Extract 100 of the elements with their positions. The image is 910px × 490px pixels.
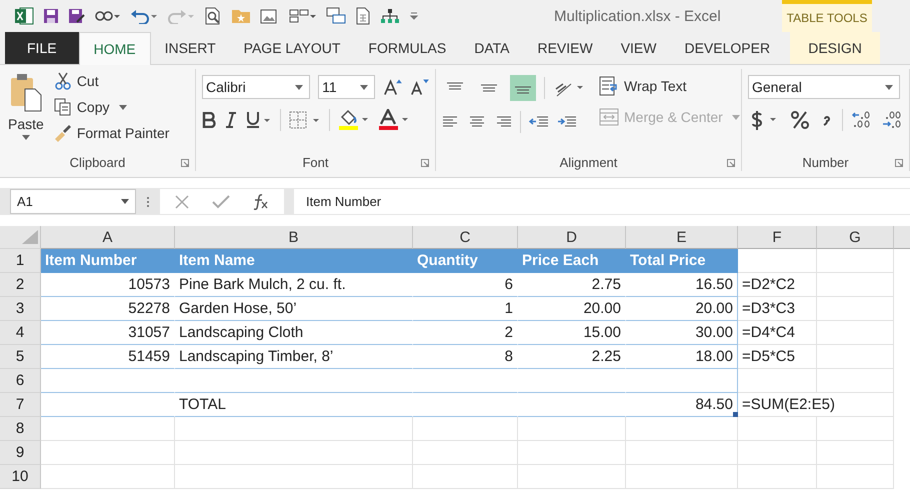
hierarchy-icon[interactable] <box>380 8 400 24</box>
column-header[interactable]: G <box>817 226 894 249</box>
save-edit-icon[interactable] <box>68 8 86 24</box>
font-size-dropdown[interactable]: 11 <box>318 75 376 99</box>
caret-icon <box>360 84 368 90</box>
dialog-launcher-icon[interactable] <box>181 159 189 167</box>
table-cell: 10573 <box>41 273 175 297</box>
cut-button[interactable]: Cut <box>52 71 172 91</box>
table-cell: 52278 <box>41 297 175 321</box>
table-cell: 84.50 <box>626 393 738 417</box>
dialog-launcher-icon[interactable] <box>895 159 903 167</box>
table-cell: 8 <box>413 345 518 369</box>
caret-icon <box>118 104 126 110</box>
ribbon-tab[interactable]: VIEW <box>606 32 670 64</box>
row-header[interactable]: 3 <box>0 297 41 321</box>
row-header[interactable]: 9 <box>0 441 41 465</box>
bold-icon[interactable] <box>202 112 216 128</box>
table-cell: Landscaping Cloth <box>175 321 413 345</box>
row-header[interactable]: 2 <box>0 273 41 297</box>
table-cell: 6 <box>413 273 518 297</box>
row-header[interactable]: 7 <box>0 393 41 417</box>
caret-icon <box>295 84 304 90</box>
table-cell: =SUM(E2:E5) <box>738 393 894 417</box>
wrap-text-button[interactable]: Wrap Text <box>597 75 742 97</box>
column-header[interactable]: F <box>738 226 817 249</box>
font-color-icon[interactable] <box>378 109 410 131</box>
ribbon-tab[interactable]: HOME <box>78 32 151 65</box>
merge-cells-icon <box>599 108 619 126</box>
increase-indent-icon[interactable] <box>557 115 577 129</box>
grow-font-icon[interactable] <box>383 78 402 96</box>
decrease-indent-icon[interactable] <box>529 115 549 129</box>
excel-logo-icon <box>14 7 34 25</box>
group-label: Clipboard <box>70 154 126 170</box>
table-cell: =D2*C2 <box>738 273 817 297</box>
dialog-launcher-icon[interactable] <box>727 159 735 167</box>
table-cell: 2.25 <box>518 345 626 369</box>
more-options-icon[interactable] <box>146 196 150 208</box>
format-painter-button[interactable]: Format Painter <box>52 123 172 143</box>
row-header[interactable]: 4 <box>0 321 41 345</box>
formula-input-field[interactable]: Item Number <box>294 189 910 214</box>
ribbon-tab[interactable]: DEVELOPER <box>670 32 784 64</box>
ribbon-tab[interactable]: PAGE LAYOUT <box>230 32 354 64</box>
vertical-align-button[interactable] <box>510 75 536 101</box>
row-header[interactable]: 6 <box>0 369 41 393</box>
row-header[interactable]: 10 <box>0 465 41 489</box>
italic-icon[interactable] <box>224 112 238 128</box>
paste-button[interactable]: Paste <box>6 69 46 153</box>
table-cell: 1 <box>413 297 518 321</box>
undo-icon[interactable] <box>130 8 158 24</box>
window-title: Multiplication.xlsx - Excel <box>554 8 722 24</box>
contextual-tab-label: TABLE TOOLS <box>782 0 872 32</box>
table-cell: =D5*C5 <box>738 345 817 369</box>
table-cell: 51459 <box>41 345 175 369</box>
save-icon[interactable] <box>43 8 59 24</box>
caret-icon <box>732 114 740 120</box>
ribbon-tab[interactable]: FORMULAS <box>354 32 460 64</box>
shrink-font-icon[interactable] <box>410 78 429 96</box>
ribbon-tab[interactable]: DATA <box>460 32 524 64</box>
caret-icon <box>22 135 30 140</box>
print-preview-icon[interactable] <box>204 7 222 25</box>
enter-check-icon[interactable] <box>212 194 230 210</box>
row-header[interactable]: 8 <box>0 417 41 441</box>
row-header[interactable]: 5 <box>0 345 41 369</box>
ribbon-tab[interactable]: FILE <box>5 32 79 64</box>
layout-icon[interactable] <box>289 8 317 24</box>
percent-icon[interactable] <box>790 111 810 129</box>
underline-icon[interactable] <box>246 111 272 129</box>
table-cell: Landscaping Timber, 8’ <box>175 345 413 369</box>
ribbon-tab[interactable]: REVIEW <box>523 32 607 64</box>
copy-button[interactable]: Copy <box>52 97 172 117</box>
group-label: Alignment <box>560 154 618 170</box>
document-icon[interactable] <box>355 7 371 25</box>
windows-icon[interactable] <box>326 7 346 25</box>
dialog-launcher-icon[interactable] <box>421 159 429 167</box>
align-center-icon[interactable] <box>468 115 486 129</box>
group-label: Font <box>302 154 328 170</box>
table-resize-handle[interactable] <box>733 412 738 417</box>
row-header[interactable]: 1 <box>0 249 41 273</box>
customize-dropdown-icon[interactable] <box>409 11 419 21</box>
scissors-icon <box>54 72 72 90</box>
align-right-icon[interactable] <box>494 115 512 129</box>
table-header-cell: Item Number <box>41 249 175 273</box>
wrap-text-icon <box>599 76 619 96</box>
table-header-cell: Quantity <box>413 249 518 273</box>
font-name-dropdown[interactable]: Calibri <box>202 75 310 99</box>
ribbon-tab[interactable]: DESIGN <box>790 32 880 64</box>
name-box[interactable]: A1 <box>10 189 136 214</box>
number-format-dropdown[interactable]: General <box>748 75 900 99</box>
decrease-decimal-icon[interactable] <box>881 110 903 130</box>
table-header-cell: Item Name <box>175 249 413 273</box>
borders-icon[interactable] <box>289 111 321 129</box>
insert-function-icon[interactable] <box>252 192 270 210</box>
table-cell: Garden Hose, 50’ <box>175 297 413 321</box>
fill-color-icon[interactable] <box>338 109 370 131</box>
glasses-icon[interactable] <box>95 10 121 22</box>
table-cell: 2 <box>413 321 518 345</box>
align-left-icon[interactable] <box>442 115 460 129</box>
paintbrush-icon <box>54 124 72 142</box>
group-label: Number <box>802 154 849 170</box>
ribbon-tab[interactable]: INSERT <box>150 32 230 64</box>
